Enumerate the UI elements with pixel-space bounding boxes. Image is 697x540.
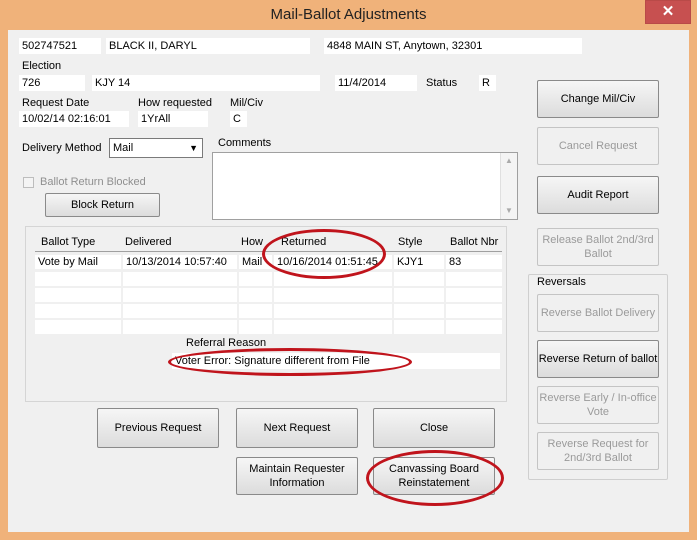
change-mil-civ-button[interactable]: Change Mil/Civ (537, 80, 659, 118)
empty-table-cell[interactable] (394, 320, 444, 334)
referral-reason-label: Referral Reason (186, 337, 267, 349)
comments-label: Comments (218, 137, 272, 149)
empty-table-cell[interactable] (239, 288, 272, 302)
release-ballot-button[interactable]: Release Ballot 2nd/3rd Ballot (537, 228, 659, 266)
empty-table-cell[interactable] (239, 320, 272, 334)
col-ballot-nbr: Ballot Nbr (450, 236, 499, 248)
table-cell[interactable]: 10/13/2014 10:57:40 (123, 255, 237, 269)
empty-table-cell[interactable] (239, 304, 272, 318)
col-how: How (241, 236, 264, 248)
empty-table-cell[interactable] (239, 272, 272, 286)
reverse-request-button[interactable]: Reverse Request for 2nd/3rd Ballot (537, 432, 659, 470)
reversals-label: Reversals (537, 276, 586, 288)
empty-table-cell[interactable] (123, 288, 237, 302)
empty-table-cell[interactable] (274, 304, 392, 318)
close-button[interactable]: Close (373, 408, 495, 448)
close-window-button[interactable]: ✕ (645, 0, 691, 24)
ballot-return-blocked-checkbox[interactable] (23, 177, 34, 188)
voter-name-field[interactable]: BLACK II, DARYL (106, 38, 310, 54)
scroll-up-icon[interactable]: ▲ (501, 153, 517, 169)
table-cell[interactable]: 83 (446, 255, 502, 269)
status-label: Status (426, 77, 458, 89)
empty-table-cell[interactable] (35, 320, 121, 334)
empty-table-cell[interactable] (394, 304, 444, 318)
request-date-field[interactable]: 10/02/14 02:16:01 (19, 111, 129, 127)
delivery-method-select[interactable]: Mail ▼ (109, 138, 203, 158)
grid-header-divider (35, 251, 502, 252)
election-name-field[interactable]: KJY 14 (92, 75, 320, 91)
empty-table-cell[interactable] (35, 304, 121, 318)
maintain-requester-button[interactable]: Maintain Requester Information (236, 457, 358, 495)
election-code-field[interactable]: 726 (19, 75, 85, 91)
empty-table-cell[interactable] (446, 272, 502, 286)
voter-address-field[interactable]: 4848 MAIN ST, Anytown, 32301 (324, 38, 582, 54)
canvassing-board-reinstatement-button[interactable]: Canvassing Board Reinstatement (373, 457, 495, 495)
table-cell[interactable]: Vote by Mail (35, 255, 121, 269)
scroll-down-icon[interactable]: ▼ (501, 203, 517, 219)
col-returned: Returned (281, 236, 327, 248)
comments-textarea[interactable]: ▲ ▼ (212, 152, 518, 220)
col-style: Style (398, 236, 423, 248)
empty-table-cell[interactable] (394, 272, 444, 286)
voter-id-field[interactable]: 502747521 (19, 38, 101, 54)
next-request-button[interactable]: Next Request (236, 408, 358, 448)
app-window: Mail-Ballot Adjustments ✕ 502747521 BLAC… (0, 0, 697, 540)
block-return-button[interactable]: Block Return (45, 193, 160, 217)
empty-table-cell[interactable] (446, 320, 502, 334)
empty-table-cell[interactable] (274, 320, 392, 334)
table-cell[interactable]: Mail (239, 255, 272, 269)
reverse-early-button[interactable]: Reverse Early / In-office Vote (537, 386, 659, 424)
empty-table-cell[interactable] (274, 272, 392, 286)
empty-table-cell[interactable] (123, 320, 237, 334)
ballot-return-blocked-label: Ballot Return Blocked (40, 176, 146, 188)
empty-table-cell[interactable] (446, 304, 502, 318)
col-ballot-type: Ballot Type (41, 236, 96, 248)
request-date-label: Request Date (22, 97, 90, 109)
empty-table-cell[interactable] (274, 288, 392, 302)
reverse-return-of-ballot-button[interactable]: Reverse Return of ballot (537, 340, 659, 378)
election-label: Election (22, 60, 62, 72)
election-date-field[interactable]: 11/4/2014 (335, 75, 417, 91)
col-delivered: Delivered (125, 236, 172, 248)
empty-table-cell[interactable] (35, 288, 121, 302)
empty-table-cell[interactable] (446, 288, 502, 302)
reverse-ballot-delivery-button[interactable]: Reverse Ballot Delivery (537, 294, 659, 332)
delivery-method-label: Delivery Method (22, 142, 102, 154)
cancel-request-button[interactable]: Cancel Request (537, 127, 659, 165)
table-cell[interactable]: 10/16/2014 01:51:45 (274, 255, 392, 269)
status-field[interactable]: R (479, 75, 496, 91)
how-requested-label: How requested (138, 97, 212, 109)
referral-reason-field[interactable]: Voter Error: Signature different from Fi… (172, 353, 500, 369)
table-cell[interactable]: KJY1 (394, 255, 444, 269)
empty-table-cell[interactable] (394, 288, 444, 302)
empty-table-cell[interactable] (35, 272, 121, 286)
dialog-client: 502747521 BLACK II, DARYL 4848 MAIN ST, … (8, 30, 689, 532)
previous-request-button[interactable]: Previous Request (97, 408, 219, 448)
how-requested-field[interactable]: 1YrAll (138, 111, 208, 127)
empty-table-cell[interactable] (123, 272, 237, 286)
milciv-label: Mil/Civ (230, 97, 263, 109)
audit-report-button[interactable]: Audit Report (537, 176, 659, 214)
delivery-method-value: Mail (113, 142, 134, 154)
comments-scrollbar[interactable]: ▲ ▼ (500, 153, 517, 219)
window-title: Mail-Ballot Adjustments (270, 6, 427, 23)
title-bar: Mail-Ballot Adjustments ✕ (0, 0, 697, 30)
milciv-field[interactable]: C (230, 111, 247, 127)
empty-table-cell[interactable] (123, 304, 237, 318)
chevron-down-icon: ▼ (189, 143, 198, 153)
